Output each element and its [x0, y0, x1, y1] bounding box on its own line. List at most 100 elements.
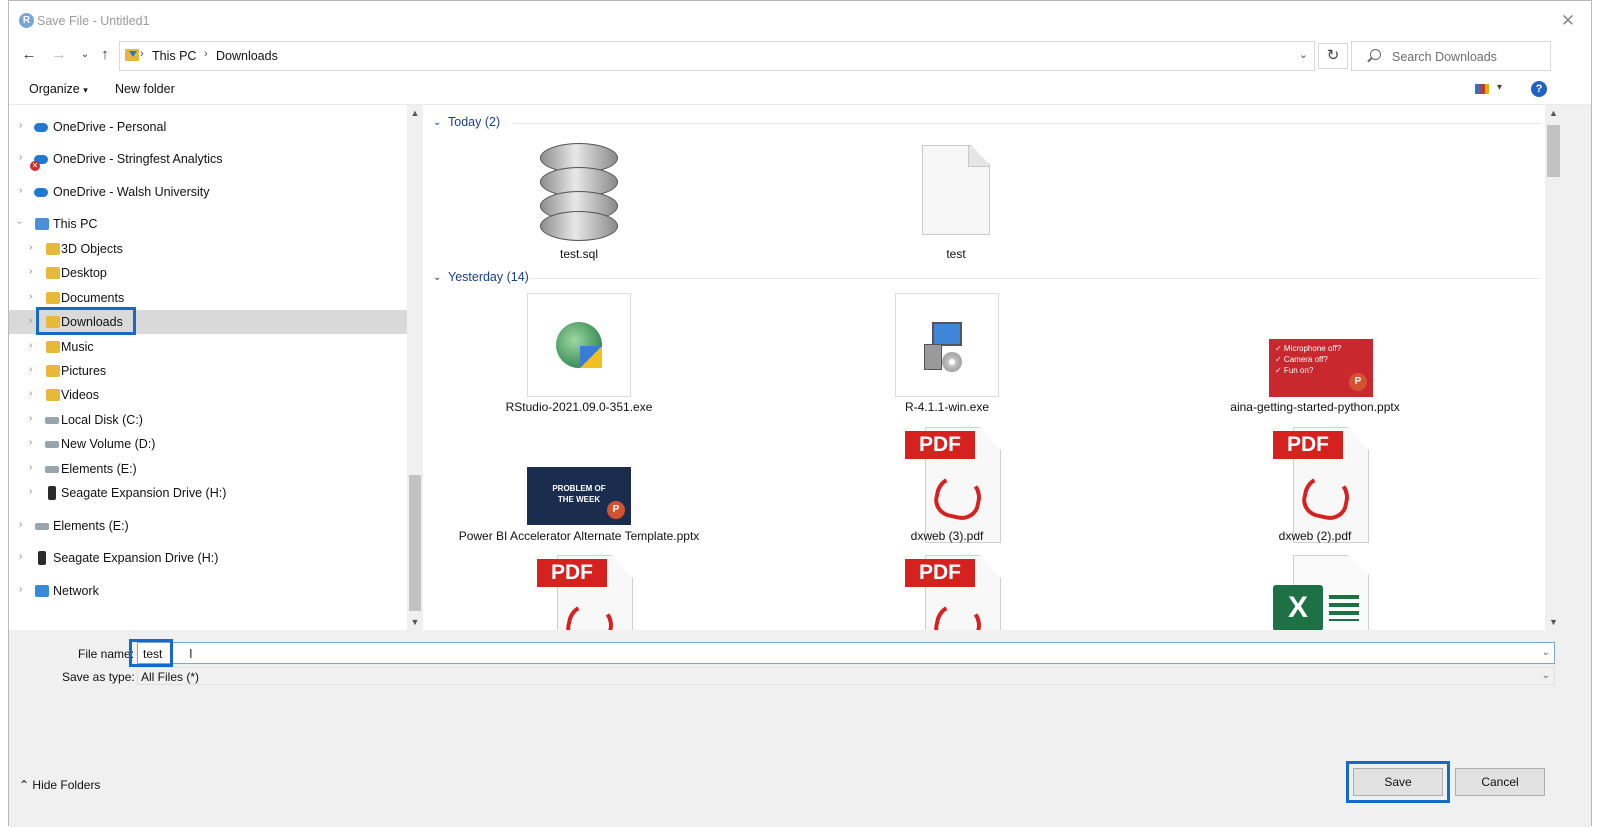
powerpoint-icon: P [1349, 373, 1367, 391]
installer-thumbnail [527, 293, 631, 397]
help-icon[interactable]: ? [1531, 81, 1547, 97]
scroll-down-icon[interactable]: ▼ [1545, 614, 1562, 630]
chevron-down-icon[interactable]: ⌄ [1542, 670, 1550, 681]
group-header-yesterday[interactable]: ⌄ Yesterday (14) [433, 270, 1541, 288]
nav-item-music[interactable]: › Music [9, 335, 407, 359]
file-name-highlight-box [129, 639, 173, 667]
navigation-bar: ← → ⌄ ↑ › This PC › Downloads ⌄ ↻ Search… [9, 39, 1591, 73]
organize-menu[interactable]: Organize ▾ [29, 82, 88, 96]
nav-item-3d-objects[interactable]: › 3D Objects [9, 237, 407, 261]
save-as-type-select[interactable]: All Files (*) ⌄ [137, 667, 1555, 685]
file-list: ⌄ Today (2) test.sql test ⌄ Yesterday (1… [423, 105, 1545, 630]
downloads-folder-icon [125, 49, 139, 61]
text-cursor-icon: I [189, 646, 193, 661]
new-folder-button[interactable]: New folder [115, 82, 175, 96]
folder-3d-icon [46, 243, 60, 255]
database-file-icon [540, 143, 618, 241]
file-item-pdf-partial[interactable]: PDF [817, 553, 1077, 630]
powerpoint-icon: P [607, 501, 625, 519]
pdf-file-icon: PDF [1273, 427, 1369, 543]
nav-item-videos[interactable]: › Videos [9, 383, 407, 407]
scroll-down-icon[interactable]: ▼ [407, 614, 423, 630]
nav-item-seagate-h-root[interactable]: › Seagate Expansion Drive (H:) [9, 546, 407, 570]
nav-item-elements-e-root[interactable]: › Elements (E:) [9, 514, 407, 538]
scrollbar-thumb[interactable] [1547, 125, 1560, 177]
save-as-type-label: Save as type: [62, 670, 135, 684]
command-toolbar: Organize ▾ New folder ▾ ? [9, 73, 1591, 105]
nav-item-desktop[interactable]: › Desktop [9, 261, 407, 285]
view-options-icon[interactable] [1475, 84, 1489, 94]
file-item-rstudio-exe[interactable]: RStudio-2021.09.0-351.exe [449, 293, 709, 414]
view-dropdown-chevron-icon[interactable]: ▾ [1497, 82, 1502, 93]
refresh-button[interactable]: ↻ [1318, 43, 1348, 69]
scrollbar-thumb[interactable] [409, 475, 421, 611]
nav-item-network[interactable]: › Network [9, 579, 407, 603]
nav-item-onedrive-stringfest[interactable]: › ✕ OneDrive - Stringfest Analytics [9, 147, 407, 171]
excel-file-icon: X [1273, 555, 1369, 630]
address-bar[interactable]: › This PC › Downloads ⌄ [119, 41, 1315, 71]
onedrive-icon [34, 123, 48, 132]
search-placeholder: Search Downloads [1392, 50, 1497, 64]
nav-item-new-volume-d[interactable]: › New Volume (D:) [9, 432, 407, 456]
nav-item-seagate-h[interactable]: › Seagate Expansion Drive (H:) [9, 481, 407, 505]
breadcrumb-separator-icon[interactable]: › [204, 48, 208, 60]
organize-label: Organize [29, 82, 80, 96]
disk-icon [35, 523, 49, 530]
file-item-pdf-partial[interactable]: PDF [449, 553, 709, 630]
cd-disc-icon [942, 352, 962, 372]
file-item-power-bi-pptx[interactable]: PROBLEM OF THE WEEK P Power BI Accelerat… [449, 423, 709, 543]
collapse-chevron-icon[interactable]: ⌄ [433, 272, 441, 283]
chevron-down-icon[interactable]: ⌄ [1542, 647, 1550, 658]
scroll-up-icon[interactable]: ▲ [1545, 105, 1562, 121]
hide-folders-button[interactable]: ⌃ Hide Folders [19, 778, 100, 792]
file-name-input[interactable]: test I ⌄ [137, 642, 1555, 664]
external-drive-icon [38, 551, 46, 565]
nav-item-local-disk-c[interactable]: › Local Disk (C:) [9, 408, 407, 432]
save-as-type-value: All Files (*) [141, 670, 200, 684]
title-bar: R Save File - Untitled1 ✕ [9, 1, 1591, 39]
navigation-pane: › OneDrive - Personal › ✕ OneDrive - Str… [9, 105, 407, 630]
recent-locations-chevron-icon[interactable]: ⌄ [75, 45, 95, 65]
file-item-excel-partial[interactable]: X [1185, 553, 1445, 630]
back-arrow-icon[interactable]: ← [19, 45, 39, 65]
file-item-dxweb-2-pdf[interactable]: PDF dxweb (2).pdf [1185, 423, 1445, 543]
nav-item-this-pc[interactable]: › This PC [9, 212, 407, 236]
search-input[interactable]: Search Downloads [1351, 41, 1551, 71]
file-item-test[interactable]: test [826, 141, 1086, 261]
folder-music-icon [46, 341, 60, 353]
group-header-today[interactable]: ⌄ Today (2) [433, 115, 1541, 133]
nav-item-onedrive-personal[interactable]: › OneDrive - Personal [9, 115, 407, 139]
breadcrumb-separator-icon[interactable]: › [140, 48, 144, 60]
rstudio-icon: R [19, 13, 34, 28]
breadcrumb-this-pc[interactable]: This PC [152, 49, 196, 63]
cancel-button[interactable]: Cancel [1455, 768, 1545, 796]
file-item-dxweb-3-pdf[interactable]: PDF dxweb (3).pdf [817, 423, 1077, 543]
file-item-aina-pptx[interactable]: ✓ Microphone off? ✓ Camera off? ✓ Fun on… [1185, 293, 1445, 414]
file-list-scrollbar[interactable]: ▲ ▼ [1545, 105, 1562, 630]
disk-icon [45, 417, 59, 424]
collapse-chevron-icon[interactable]: ⌄ [433, 117, 441, 128]
presentation-thumbnail: PROBLEM OF THE WEEK P [527, 467, 631, 525]
file-item-r-win-exe[interactable]: R-4.1.1-win.exe [817, 293, 1077, 414]
disk-icon [45, 466, 59, 473]
up-arrow-icon[interactable]: ↑ [95, 45, 115, 65]
close-button[interactable]: ✕ [1555, 9, 1581, 33]
navigation-pane-scrollbar[interactable]: ▲ ▼ [407, 105, 423, 630]
nav-item-pictures[interactable]: › Pictures [9, 359, 407, 383]
file-item-test-sql[interactable]: test.sql [449, 141, 709, 261]
breadcrumb-downloads[interactable]: Downloads [216, 49, 278, 63]
external-drive-icon [48, 486, 56, 500]
chevron-down-icon[interactable]: ⌄ [1299, 48, 1308, 61]
network-icon [35, 585, 49, 597]
scroll-up-icon[interactable]: ▲ [407, 105, 423, 121]
save-form: File name: test I ⌄ Save as type: All Fi… [9, 630, 1591, 827]
blank-file-icon [922, 145, 990, 235]
save-file-dialog: R Save File - Untitled1 ✕ ← → ⌄ ↑ › This… [8, 0, 1592, 827]
file-name-label: File name: [78, 647, 135, 661]
nav-item-onedrive-walsh[interactable]: › OneDrive - Walsh University [9, 180, 407, 204]
forward-arrow-icon[interactable]: → [49, 45, 69, 65]
nav-item-elements-e[interactable]: › Elements (E:) [9, 457, 407, 481]
save-highlight-box [1346, 761, 1450, 803]
folder-pictures-icon [46, 365, 60, 377]
folder-desktop-icon [46, 267, 60, 279]
